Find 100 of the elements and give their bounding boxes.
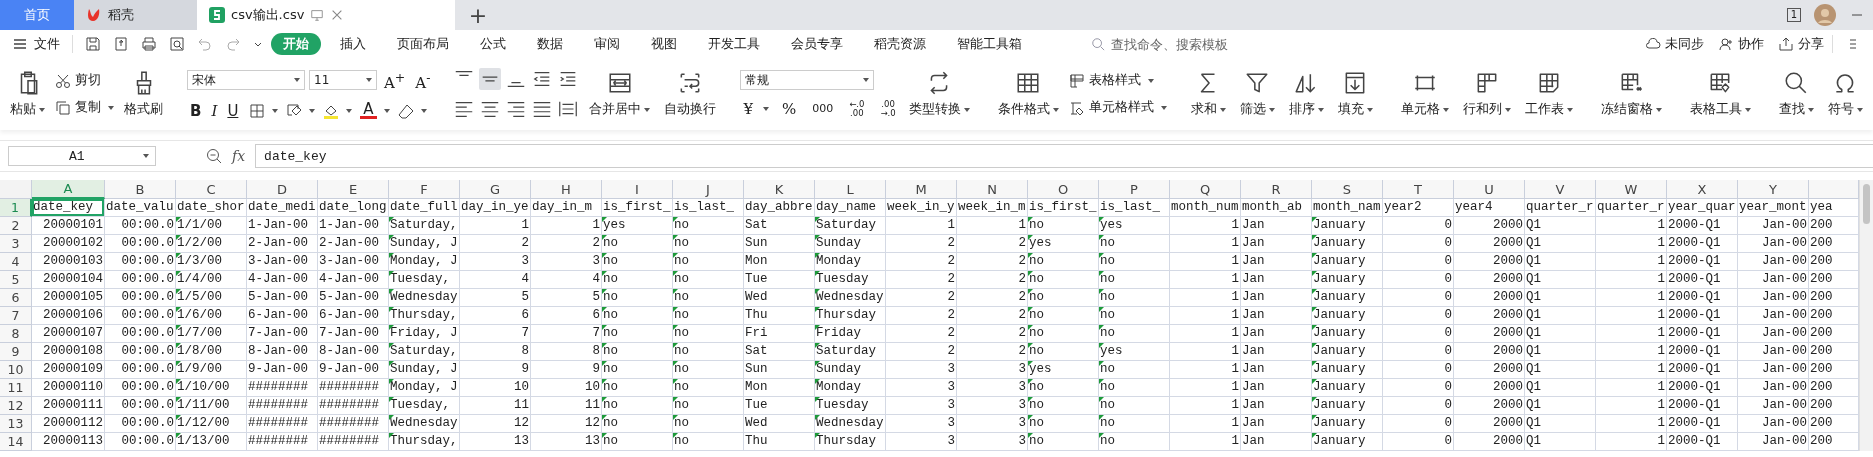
table-cell[interactable]: no: [1099, 415, 1169, 432]
table-cell[interactable]: Q1: [1525, 307, 1595, 324]
column-header[interactable]: F: [389, 180, 460, 199]
table-cell[interactable]: Saturday,: [389, 217, 459, 234]
table-cell[interactable]: no: [602, 397, 672, 414]
table-cell[interactable]: Sun: [744, 361, 814, 378]
ribbon-button[interactable]: 行和列: [1458, 70, 1515, 118]
table-cell[interactable]: 00:00.0: [105, 325, 175, 342]
table-cell[interactable]: 1: [1596, 325, 1666, 342]
table-cell[interactable]: 5-Jan-00: [318, 289, 388, 306]
table-cell[interactable]: 200: [1809, 415, 1858, 432]
table-cell[interactable]: 2000: [1454, 325, 1524, 342]
table-cell[interactable]: 0: [1383, 415, 1453, 432]
table-cell[interactable]: January: [1312, 343, 1382, 360]
table-cell[interactable]: no: [673, 343, 743, 360]
table-cell[interactable]: 00:00.0: [105, 379, 175, 396]
zoom-icon[interactable]: [206, 148, 222, 164]
eraser-icon[interactable]: [397, 102, 414, 119]
table-cell[interactable]: month_num: [1170, 199, 1240, 216]
table-cell[interactable]: 200: [1809, 343, 1858, 360]
table-cell[interactable]: 3: [957, 361, 1027, 378]
table-cell[interactable]: year_mont: [1738, 199, 1808, 216]
table-cell[interactable]: Tuesday: [815, 397, 885, 414]
table-cell[interactable]: 0: [1383, 253, 1453, 270]
table-cell[interactable]: 13: [460, 433, 530, 450]
column-header[interactable]: O: [1028, 180, 1099, 199]
table-cell[interactable]: 1: [1596, 307, 1666, 324]
table-cell[interactable]: 1: [1596, 235, 1666, 252]
table-cell[interactable]: no: [673, 325, 743, 342]
export-icon[interactable]: [113, 36, 129, 52]
table-cell[interactable]: 20000108: [32, 343, 104, 360]
table-cell[interactable]: Jan: [1241, 397, 1311, 414]
ribbon-tab[interactable]: 稻壳资源: [862, 33, 938, 55]
table-cell[interactable]: no: [673, 379, 743, 396]
table-cell[interactable]: Q1: [1525, 415, 1595, 432]
table-cell[interactable]: 2000: [1454, 217, 1524, 234]
document-tab[interactable]: 首页: [0, 0, 74, 30]
table-cell[interactable]: no: [1099, 397, 1169, 414]
table-cell[interactable]: day_in_ye: [460, 199, 530, 216]
ribbon-button[interactable]: 表格工具: [1685, 70, 1755, 118]
table-cell[interactable]: 3: [460, 253, 530, 270]
column-header[interactable]: A: [32, 180, 105, 199]
font-size-dropdown[interactable]: 11: [309, 70, 377, 90]
table-cell[interactable]: 1/13/00: [176, 433, 246, 450]
row-header[interactable]: 5: [0, 271, 32, 289]
row-header[interactable]: 1: [0, 199, 32, 217]
table-style-button[interactable]: 表格样式: [1068, 72, 1167, 89]
column-header[interactable]: P: [1099, 180, 1170, 199]
table-cell[interactable]: 1/9/00: [176, 361, 246, 378]
table-cell[interactable]: ########: [318, 379, 388, 396]
table-cell[interactable]: 2000-Q1: [1667, 415, 1737, 432]
ribbon-button[interactable]: 单元格: [1396, 70, 1453, 118]
table-cell[interactable]: 3-Jan-00: [318, 253, 388, 270]
decrease-font-size-button[interactable]: A$^{-}$: [412, 68, 434, 92]
table-cell[interactable]: Jan: [1241, 235, 1311, 252]
table-cell[interactable]: no: [1099, 361, 1169, 378]
ribbon-tab[interactable]: 智能工具箱: [945, 33, 1034, 55]
table-cell[interactable]: 6-Jan-00: [318, 307, 388, 324]
table-cell[interactable]: Jan-00: [1738, 289, 1808, 306]
ribbon-tab[interactable]: 页面布局: [385, 33, 461, 55]
font-color-button[interactable]: A: [360, 102, 377, 119]
table-cell[interactable]: 20000107: [32, 325, 104, 342]
table-cell[interactable]: 2: [957, 289, 1027, 306]
table-cell[interactable]: 0: [1383, 325, 1453, 342]
format-painter-button[interactable]: 格式刷: [120, 70, 167, 118]
command-search-field[interactable]: 查找命令、搜索模板: [1091, 35, 1273, 53]
table-cell[interactable]: quarter_r: [1596, 199, 1666, 216]
table-cell[interactable]: no: [602, 361, 672, 378]
table-cell[interactable]: 2: [957, 307, 1027, 324]
table-cell[interactable]: quarter_r: [1525, 199, 1595, 216]
table-cell[interactable]: no: [602, 379, 672, 396]
table-cell[interactable]: 2: [886, 307, 956, 324]
table-cell[interactable]: Wednesday: [815, 289, 885, 306]
save-icon[interactable]: [85, 36, 101, 52]
cell-style-button[interactable]: 单元格样式: [1068, 99, 1167, 116]
table-cell[interactable]: 200: [1809, 397, 1858, 414]
ribbon-tab[interactable]: 插入: [328, 33, 378, 55]
table-cell[interactable]: no: [673, 415, 743, 432]
table-cell[interactable]: 200: [1809, 235, 1858, 252]
table-cell[interactable]: 3: [886, 433, 956, 450]
table-cell[interactable]: Wednesday: [815, 415, 885, 432]
table-cell[interactable]: Saturday,: [389, 343, 459, 360]
table-cell[interactable]: 4-Jan-00: [247, 271, 317, 288]
table-cell[interactable]: 200: [1809, 379, 1858, 396]
table-cell[interactable]: month_ab: [1241, 199, 1311, 216]
wrap-text-button[interactable]: 自动换行: [660, 70, 721, 118]
table-cell[interactable]: 1/1/00: [176, 217, 246, 234]
table-cell[interactable]: 0: [1383, 289, 1453, 306]
table-cell[interactable]: Monday: [815, 379, 885, 396]
table-cell[interactable]: 0: [1383, 379, 1453, 396]
table-cell[interactable]: Monday: [815, 253, 885, 270]
table-cell[interactable]: 2: [531, 235, 601, 252]
table-cell[interactable]: Sat: [744, 217, 814, 234]
table-cell[interactable]: 1: [1170, 289, 1240, 306]
table-cell[interactable]: 00:00.0: [105, 307, 175, 324]
table-cell[interactable]: Jan: [1241, 253, 1311, 270]
table-cell[interactable]: 0: [1383, 235, 1453, 252]
table-cell[interactable]: 1: [1170, 307, 1240, 324]
column-header[interactable]: V: [1525, 180, 1596, 199]
table-cell[interactable]: 1/2/00: [176, 235, 246, 252]
